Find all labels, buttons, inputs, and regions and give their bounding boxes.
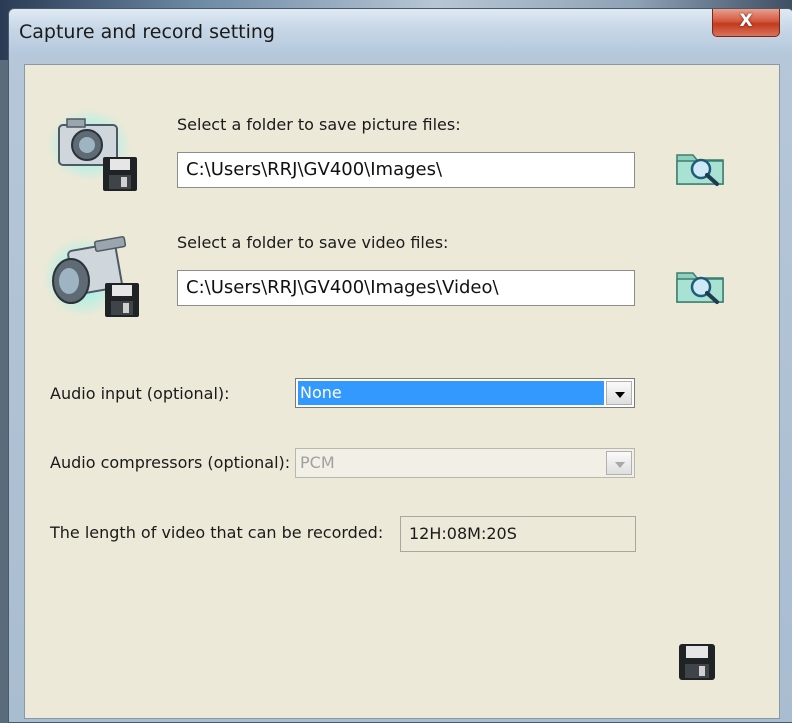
camcorder-save-icon xyxy=(43,236,139,317)
folder-search-icon[interactable] xyxy=(673,147,729,187)
audio-input-select[interactable]: None xyxy=(295,378,635,408)
title-bar: Capture and record setting X xyxy=(9,9,792,55)
record-length-value: 12H:08M:20S xyxy=(400,516,636,552)
folder-search-icon[interactable] xyxy=(673,265,729,305)
record-length-label: The length of video that can be recorded… xyxy=(50,523,384,542)
floppy-disk-icon[interactable] xyxy=(675,640,719,684)
audio-compressor-label: Audio compressors (optional): xyxy=(50,453,291,472)
video-folder-label: Select a folder to save video files: xyxy=(177,233,449,252)
close-button[interactable]: X xyxy=(712,9,780,37)
audio-input-value: None xyxy=(298,381,604,405)
dialog-client-area: Select a folder to save picture files: C… xyxy=(24,64,780,719)
audio-input-label: Audio input (optional): xyxy=(50,384,230,403)
camera-save-icon xyxy=(47,109,137,191)
dropdown-arrow-icon[interactable] xyxy=(606,381,632,405)
picture-folder-input[interactable]: C:\Users\RRJ\GV400\Images\ xyxy=(177,152,635,188)
dialog-window: Capture and record setting X Select a fo… xyxy=(8,8,792,723)
picture-folder-label: Select a folder to save picture files: xyxy=(177,115,461,134)
audio-compressor-value: PCM xyxy=(300,453,335,472)
window-title: Capture and record setting xyxy=(19,21,275,43)
video-folder-input[interactable]: C:\Users\RRJ\GV400\Images\Video\ xyxy=(177,270,635,306)
dropdown-arrow-icon xyxy=(606,451,632,475)
audio-compressor-select: PCM xyxy=(295,448,635,478)
